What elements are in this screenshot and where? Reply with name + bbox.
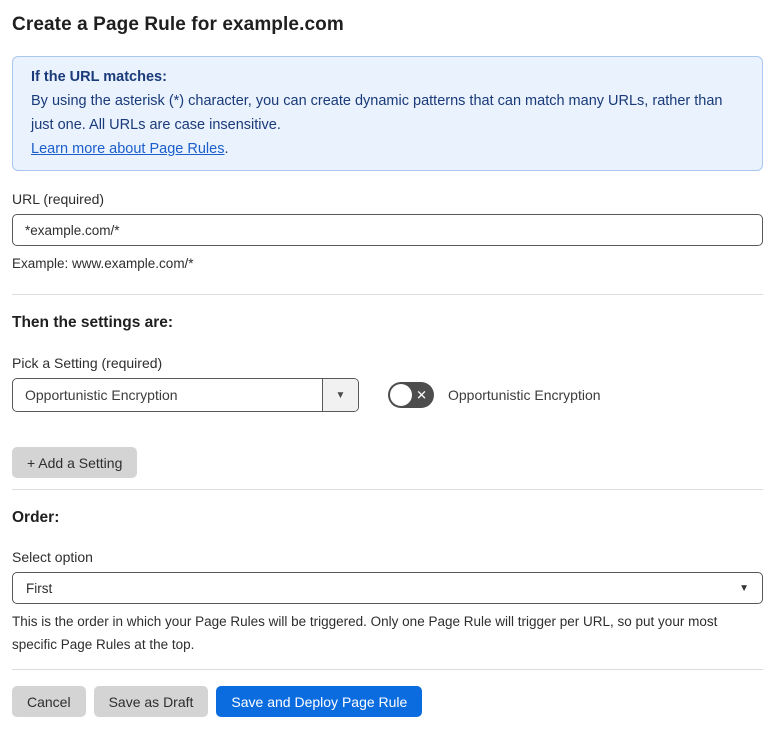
- info-box-body-text: By using the asterisk (*) character, you…: [31, 93, 723, 133]
- setting-row: Opportunistic Encryption ▼ ✕ Opportunist…: [12, 378, 763, 412]
- order-help-text: This is the order in which your Page Rul…: [12, 614, 718, 652]
- chevron-down-icon: ▼: [335, 389, 346, 401]
- cancel-button[interactable]: Cancel: [12, 686, 86, 717]
- order-section-heading: Order:: [12, 509, 60, 526]
- setting-dropdown[interactable]: Opportunistic Encryption ▼: [12, 378, 359, 412]
- page-rule-form: Create a Page Rule for example.com If th…: [0, 0, 775, 729]
- toggle-knob: [390, 384, 412, 406]
- setting-toggle-group: ✕ Opportunistic Encryption: [388, 382, 601, 408]
- learn-more-link[interactable]: Learn more about Page Rules: [31, 141, 224, 157]
- pick-setting-label: Pick a Setting (required): [12, 355, 163, 371]
- save-as-draft-button[interactable]: Save as Draft: [93, 686, 209, 717]
- setting-dropdown-arrow-button[interactable]: ▼: [322, 379, 358, 411]
- url-field-label: URL (required): [12, 191, 105, 207]
- footer-divider: [12, 669, 763, 670]
- setting-dropdown-value: Opportunistic Encryption: [25, 387, 178, 403]
- url-input[interactable]: [12, 214, 763, 246]
- order-select-value: First: [26, 580, 53, 596]
- setting-toggle-label: Opportunistic Encryption: [448, 387, 601, 403]
- info-box-link-row: Learn more about Page Rules.: [31, 137, 744, 161]
- page-title: Create a Page Rule for example.com: [12, 14, 344, 35]
- info-box-heading: If the URL matches:: [31, 69, 167, 85]
- section-divider: [12, 294, 763, 295]
- url-match-info-box: If the URL matches: By using the asteris…: [12, 56, 763, 171]
- toggle-off-x-icon: ✕: [416, 387, 427, 403]
- opportunistic-encryption-toggle[interactable]: ✕: [388, 382, 434, 408]
- save-and-deploy-button[interactable]: Save and Deploy Page Rule: [216, 686, 423, 717]
- section-divider: [12, 489, 763, 490]
- url-example-text: Example: www.example.com/*: [12, 256, 194, 271]
- order-select[interactable]: First ▼: [12, 572, 763, 604]
- info-box-body: By using the asterisk (*) character, you…: [31, 89, 744, 137]
- chevron-down-icon: ▼: [739, 582, 749, 594]
- footer-actions: Cancel Save as Draft Save and Deploy Pag…: [12, 686, 763, 717]
- link-period: .: [224, 141, 229, 157]
- add-setting-button[interactable]: + Add a Setting: [12, 447, 138, 478]
- order-select-label: Select option: [12, 549, 93, 565]
- settings-section-heading: Then the settings are:: [12, 314, 174, 331]
